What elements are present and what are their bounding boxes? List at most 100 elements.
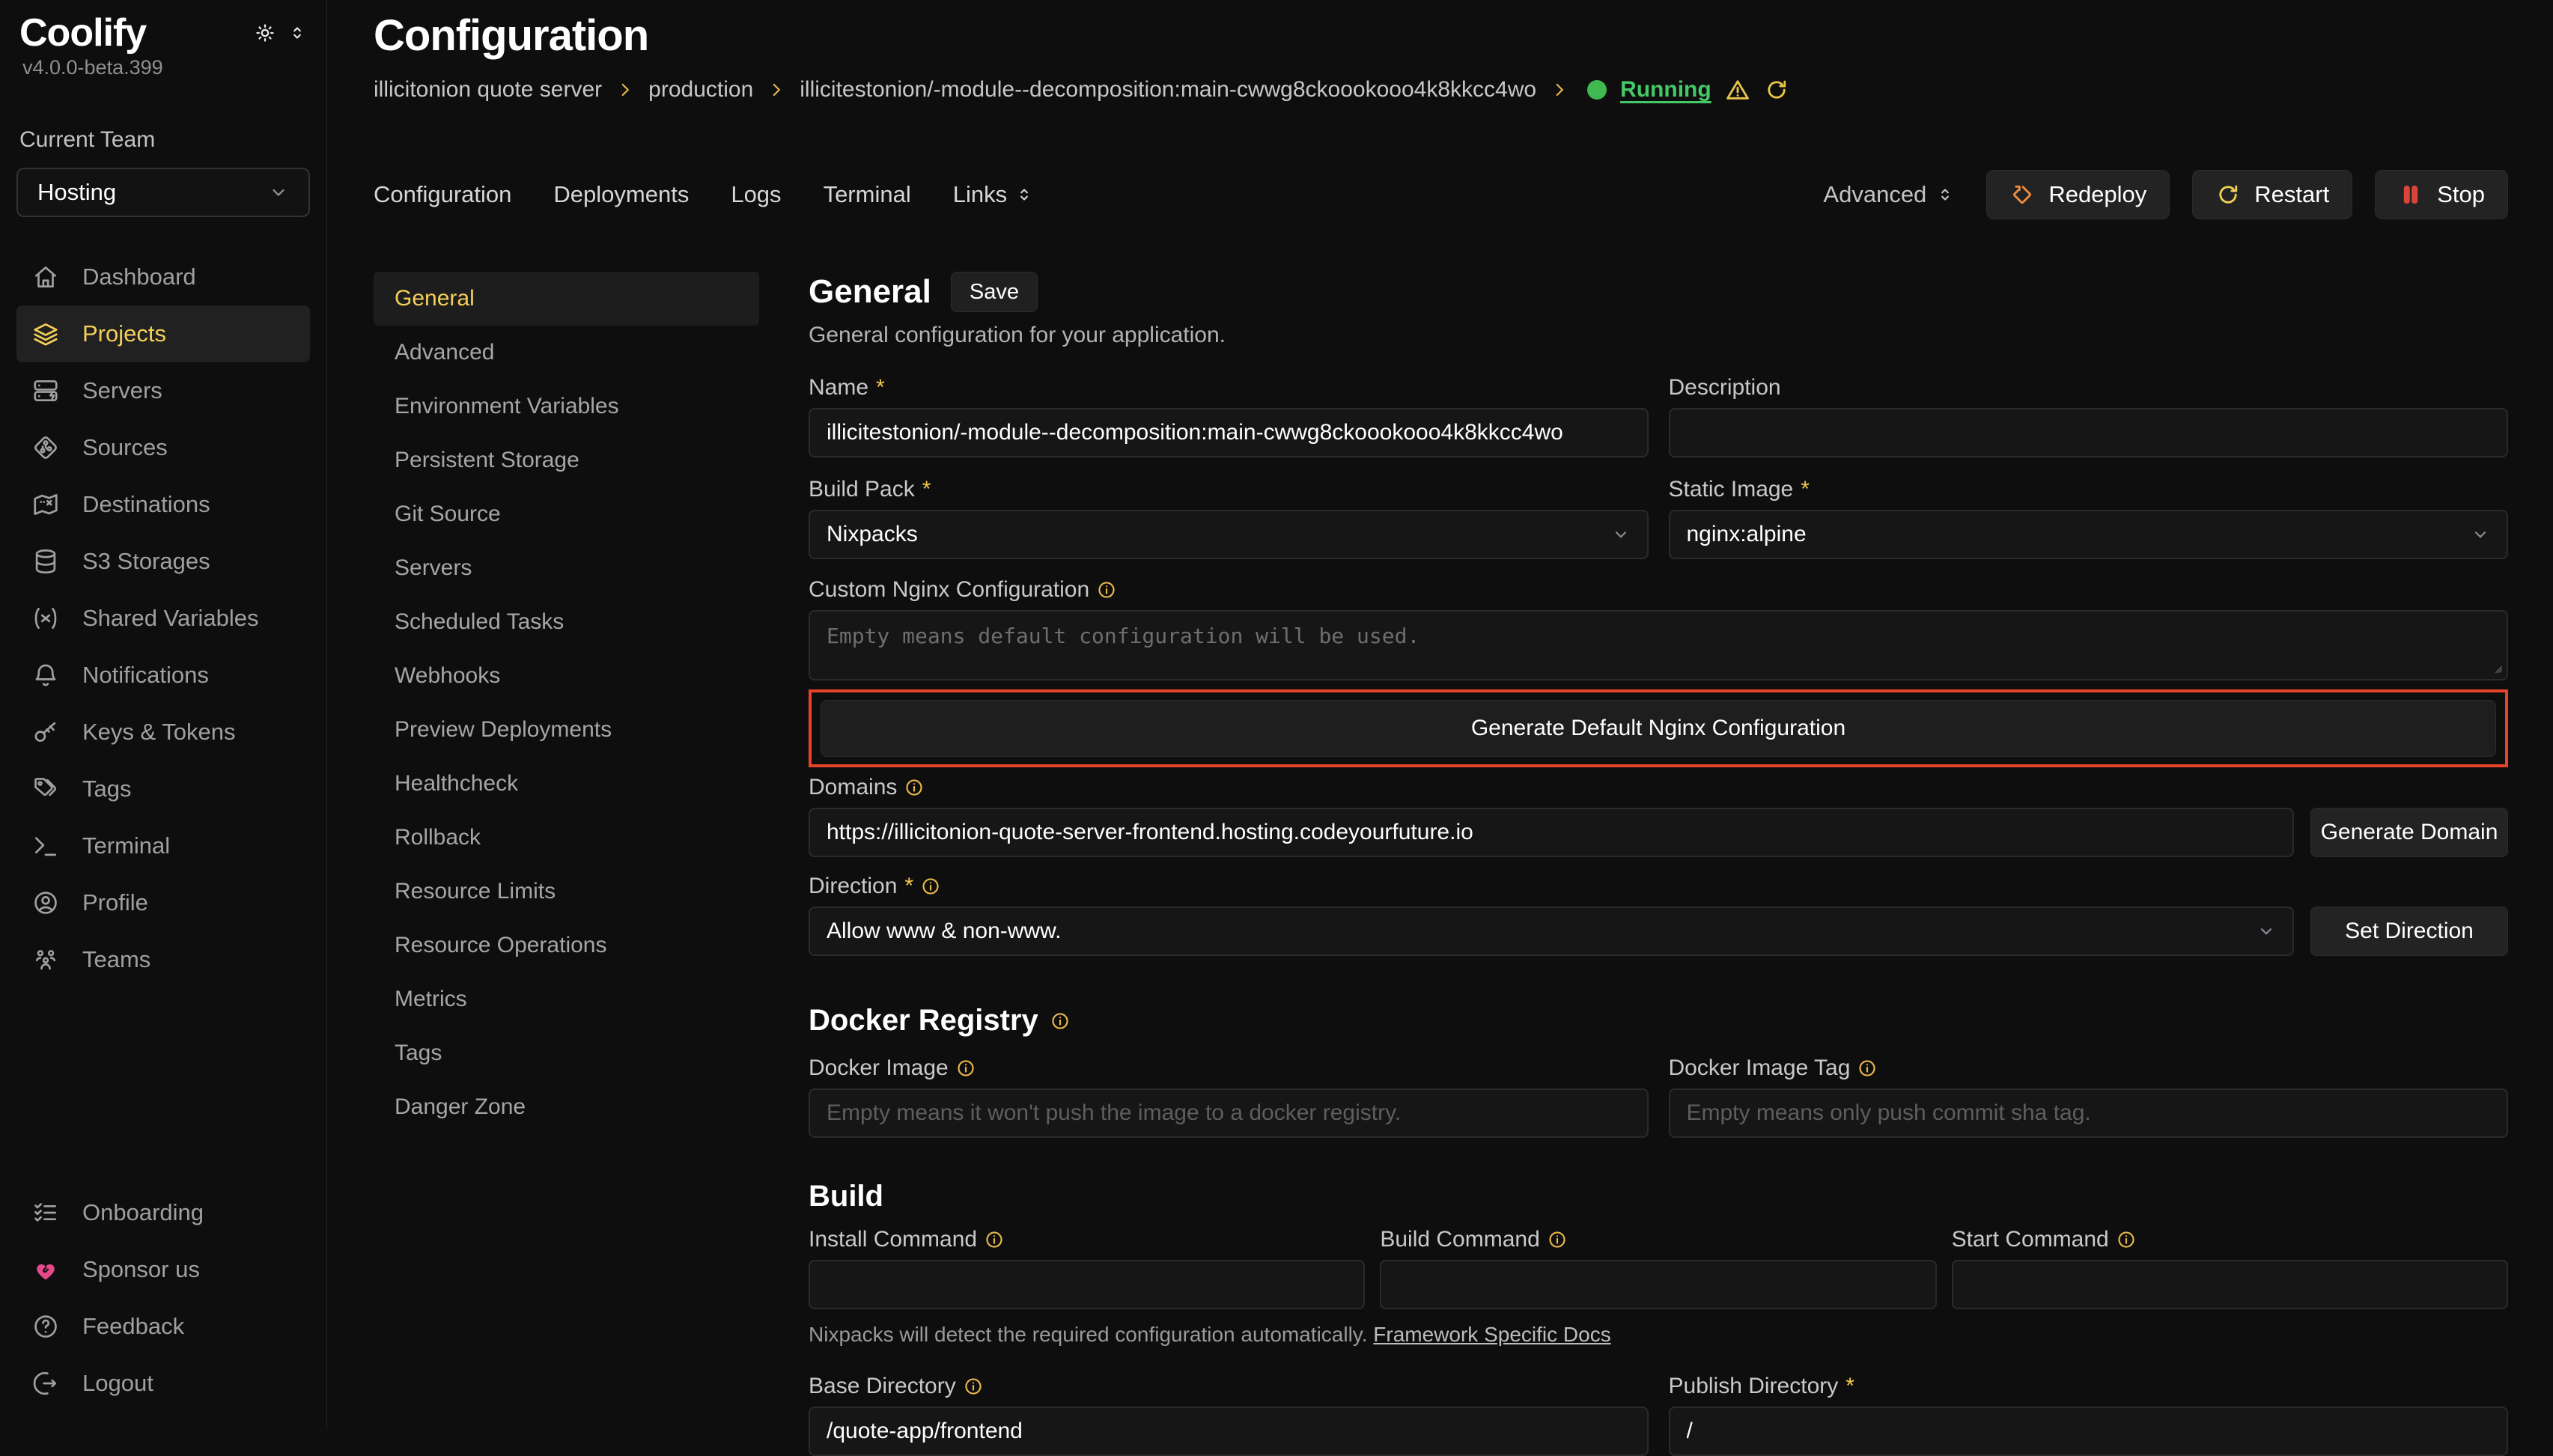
- sidebar-item-logout[interactable]: Logout: [16, 1355, 310, 1412]
- domains-input[interactable]: [809, 808, 2294, 857]
- docker-image-tag-label: Docker Image Tag: [1669, 1056, 2509, 1081]
- publish-directory-input[interactable]: [1669, 1407, 2509, 1456]
- info-icon: [1857, 1059, 1877, 1078]
- sidebar-item-dashboard[interactable]: Dashboard: [16, 249, 310, 305]
- user-circle-icon: [31, 889, 60, 917]
- sidebar-item-keys-tokens[interactable]: Keys & Tokens: [16, 704, 310, 761]
- info-icon: [956, 1059, 976, 1078]
- warning-triangle-icon[interactable]: [1725, 77, 1750, 103]
- nginx-config-textarea[interactable]: [809, 610, 2508, 680]
- subnav-metrics[interactable]: Metrics: [374, 972, 759, 1026]
- nginx-config-label: Custom Nginx Configuration: [809, 577, 2508, 603]
- advanced-dropdown[interactable]: Advanced: [1823, 181, 1955, 208]
- subnav-resource-operations[interactable]: Resource Operations: [374, 919, 759, 972]
- sidebar: Coolify v4.0.0-beta.399 Current Team Hos…: [0, 0, 327, 1430]
- docker-image-label: Docker Image: [809, 1056, 1649, 1081]
- breadcrumb: illicitonion quote server production ill…: [374, 77, 2508, 103]
- refresh-icon[interactable]: [1764, 77, 1789, 103]
- subnav-advanced[interactable]: Advanced: [374, 326, 759, 380]
- home-icon: [31, 263, 60, 291]
- sidebar-item-tags[interactable]: Tags: [16, 761, 310, 817]
- info-icon: [921, 877, 940, 896]
- sidebar-item-projects[interactable]: Projects: [16, 305, 310, 362]
- breadcrumb-application[interactable]: illicitestonion/-module--decomposition:m…: [800, 77, 1536, 103]
- tabs-row: Configuration Deployments Logs Terminal …: [374, 170, 2508, 219]
- stop-button[interactable]: Stop: [2375, 170, 2508, 219]
- install-command-input[interactable]: [809, 1260, 1365, 1309]
- docker-image-tag-input[interactable]: [1669, 1088, 2509, 1138]
- subnav-danger-zone[interactable]: Danger Zone: [374, 1080, 759, 1134]
- name-input[interactable]: [809, 408, 1649, 457]
- resize-handle-icon[interactable]: [2487, 658, 2504, 674]
- subnav-healthcheck[interactable]: Healthcheck: [374, 757, 759, 811]
- description-label: Description: [1669, 375, 2509, 400]
- tab-links[interactable]: Links: [953, 181, 1034, 208]
- description-input[interactable]: [1669, 408, 2509, 457]
- subnav-preview-deployments[interactable]: Preview Deployments: [374, 703, 759, 757]
- subnav-webhooks[interactable]: Webhooks: [374, 649, 759, 703]
- sidebar-item-servers[interactable]: Servers: [16, 362, 310, 419]
- direction-select[interactable]: Allow www & non-www.: [809, 907, 2294, 956]
- chevron-down-icon: [2471, 525, 2490, 544]
- bell-icon: [31, 661, 60, 689]
- tab-configuration[interactable]: Configuration: [374, 181, 511, 208]
- subnav-tags[interactable]: Tags: [374, 1026, 759, 1080]
- config-subnav: General Advanced Environment Variables P…: [374, 272, 759, 1430]
- sidebar-item-destinations[interactable]: Destinations: [16, 476, 310, 533]
- app-version: v4.0.0-beta.399: [19, 56, 166, 79]
- start-command-label: Start Command: [1952, 1227, 2508, 1252]
- generate-nginx-config-button[interactable]: Generate Default Nginx Configuration: [821, 700, 2496, 757]
- sidebar-item-shared-variables[interactable]: Shared Variables: [16, 590, 310, 647]
- docker-image-input[interactable]: [809, 1088, 1649, 1138]
- tab-terminal[interactable]: Terminal: [824, 181, 911, 208]
- sidebar-item-sponsor[interactable]: Sponsor us: [16, 1241, 310, 1298]
- theme-selector-chevrons-icon[interactable]: [287, 23, 307, 43]
- sidebar-item-s3-storages[interactable]: S3 Storages: [16, 533, 310, 590]
- sidebar-item-terminal[interactable]: Terminal: [16, 817, 310, 874]
- base-directory-label: Base Directory: [809, 1374, 1649, 1399]
- subnav-resource-limits[interactable]: Resource Limits: [374, 865, 759, 919]
- sidebar-item-profile[interactable]: Profile: [16, 874, 310, 931]
- static-image-select[interactable]: nginx:alpine: [1669, 510, 2509, 559]
- start-command-input[interactable]: [1952, 1260, 2508, 1309]
- restart-button[interactable]: Restart: [2192, 170, 2352, 219]
- status-running-link[interactable]: Running: [1620, 77, 1711, 103]
- subnav-scheduled-tasks[interactable]: Scheduled Tasks: [374, 595, 759, 649]
- info-icon: [985, 1230, 1004, 1249]
- tab-logs[interactable]: Logs: [731, 181, 781, 208]
- build-pack-select[interactable]: Nixpacks: [809, 510, 1649, 559]
- server-icon: [31, 377, 60, 405]
- theme-sun-icon[interactable]: [255, 22, 276, 43]
- sidebar-item-onboarding[interactable]: Onboarding: [16, 1184, 310, 1241]
- main-area: Configuration illicitonion quote server …: [327, 0, 2553, 1430]
- subnav-persistent-storage[interactable]: Persistent Storage: [374, 433, 759, 487]
- chevrons-up-down-icon: [1014, 185, 1034, 204]
- save-button[interactable]: Save: [951, 272, 1038, 312]
- generate-domain-button[interactable]: Generate Domain: [2310, 808, 2508, 857]
- build-command-input[interactable]: [1380, 1260, 1936, 1309]
- subnav-environment-variables[interactable]: Environment Variables: [374, 380, 759, 433]
- subnav-rollback[interactable]: Rollback: [374, 811, 759, 865]
- breadcrumb-project[interactable]: illicitonion quote server: [374, 77, 602, 103]
- sidebar-item-teams[interactable]: Teams: [16, 931, 310, 988]
- sidebar-item-sources[interactable]: Sources: [16, 419, 310, 476]
- set-direction-button[interactable]: Set Direction: [2310, 907, 2508, 956]
- tab-deployments[interactable]: Deployments: [553, 181, 689, 208]
- variable-icon: [31, 604, 60, 633]
- team-select[interactable]: Hosting: [16, 168, 310, 217]
- sidebar-item-feedback[interactable]: Feedback: [16, 1298, 310, 1355]
- redeploy-button[interactable]: Redeploy: [1986, 170, 2170, 219]
- annotation-highlight-box: Generate Default Nginx Configuration: [809, 689, 2508, 767]
- subnav-general[interactable]: General: [374, 272, 759, 326]
- subnav-git-source[interactable]: Git Source: [374, 487, 759, 541]
- info-icon: [1050, 1011, 1070, 1031]
- framework-docs-link[interactable]: Framework Specific Docs: [1373, 1323, 1610, 1346]
- domains-label: Domains: [809, 775, 2508, 800]
- build-pack-label: Build Pack*: [809, 477, 1649, 502]
- base-directory-input[interactable]: [809, 1407, 1649, 1456]
- breadcrumb-environment[interactable]: production: [648, 77, 753, 103]
- sidebar-item-notifications[interactable]: Notifications: [16, 647, 310, 704]
- checklist-icon: [31, 1198, 60, 1227]
- database-icon: [31, 547, 60, 576]
- subnav-servers[interactable]: Servers: [374, 541, 759, 595]
